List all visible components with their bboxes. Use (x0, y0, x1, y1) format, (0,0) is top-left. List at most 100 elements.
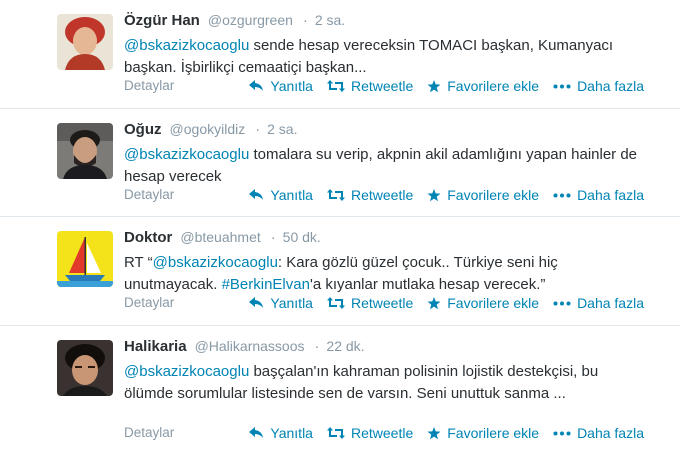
tweet-text-segment: 'a kıyanlar mutlaka hesap verecek.” (309, 276, 546, 293)
tweet-timestamp[interactable]: 2 sa. (267, 121, 297, 137)
avatar[interactable] (57, 231, 113, 287)
more-dots-icon (553, 193, 571, 197)
header-separator: · (314, 339, 320, 355)
favorite-button[interactable]: Favorilere ekle (427, 425, 539, 441)
retweet-button[interactable]: Retweetle (326, 295, 414, 311)
favorite-label: Favorilere ekle (447, 425, 540, 441)
author-username[interactable]: @Halikarnassoos (195, 338, 305, 354)
author-username[interactable]: @ogokyildiz (170, 121, 246, 137)
star-icon (427, 426, 441, 439)
tweet-actions: Yanıtla Retweetle Favorilere ekle Daha f… (235, 187, 644, 203)
tweet-header: Doktor @bteuahmet · 50 dk. (124, 229, 321, 246)
details-link[interactable]: Detaylar (124, 78, 174, 93)
tweet-actions: Yanıtla Retweetle Favorilere ekle Daha f… (235, 295, 644, 311)
avatar[interactable] (57, 340, 113, 396)
more-button[interactable]: Daha fazla (553, 187, 644, 203)
tweet-text: RT “@bskazizkocaoglu: Kara gözlü güzel ç… (124, 252, 644, 296)
tweet: Halikaria @Halikarnassoos · 22 dk. @bska… (0, 326, 680, 454)
reply-label: Yanıtla (270, 78, 313, 94)
reply-icon (249, 80, 264, 91)
more-label: Daha fazla (577, 187, 644, 203)
reply-label: Yanıtla (270, 295, 313, 311)
author-name[interactable]: Doktor (124, 229, 172, 246)
favorite-button[interactable]: Favorilere ekle (427, 187, 539, 203)
more-button[interactable]: Daha fazla (553, 425, 644, 441)
favorite-button[interactable]: Favorilere ekle (427, 295, 539, 311)
favorite-label: Favorilere ekle (447, 295, 540, 311)
tweet-header: Halikaria @Halikarnassoos · 22 dk. (124, 338, 365, 355)
author-username[interactable]: @ozgurgreen (208, 12, 293, 28)
author-name[interactable]: Halikaria (124, 338, 187, 355)
retweet-button[interactable]: Retweetle (326, 78, 414, 94)
more-label: Daha fazla (577, 78, 644, 94)
retweet-icon (326, 297, 345, 309)
reply-label: Yanıtla (270, 425, 313, 441)
tweet-header: Oğuz @ogokyildiz · 2 sa. (124, 121, 297, 138)
tweet-text-segment: RT “ (124, 254, 153, 271)
details-link[interactable]: Detaylar (124, 425, 174, 440)
tweet: Oğuz @ogokyildiz · 2 sa. @bskazizkocaogl… (0, 109, 680, 217)
retweet-icon (326, 427, 345, 439)
reply-label: Yanıtla (270, 187, 313, 203)
star-icon (427, 79, 441, 92)
more-dots-icon (553, 84, 571, 88)
retweet-label: Retweetle (350, 78, 414, 94)
tweet-text: @bskazizkocaoglu başçalan'ın kahraman po… (124, 361, 644, 405)
more-dots-icon (553, 431, 571, 435)
reply-button[interactable]: Yanıtla (249, 78, 313, 94)
tweet-footer: Detaylar Yanıtla Retweetle Favorilere ek… (124, 425, 644, 445)
tweet-header: Özgür Han @ozgurgreen · 2 sa. (124, 12, 345, 29)
more-label: Daha fazla (577, 425, 644, 441)
details-link[interactable]: Detaylar (124, 187, 174, 202)
header-separator: · (302, 13, 308, 29)
tweet-timestamp[interactable]: 22 dk. (326, 338, 364, 354)
reply-icon (249, 189, 264, 200)
retweet-icon (326, 189, 345, 201)
more-label: Daha fazla (577, 295, 644, 311)
more-button[interactable]: Daha fazla (553, 295, 644, 311)
more-button[interactable]: Daha fazla (553, 78, 644, 94)
header-separator: · (255, 122, 261, 138)
tweet: Doktor @bteuahmet · 50 dk. RT “@bskazizk… (0, 217, 680, 326)
favorite-label: Favorilere ekle (447, 187, 540, 203)
author-name[interactable]: Özgür Han (124, 12, 200, 29)
reply-button[interactable]: Yanıtla (249, 425, 313, 441)
star-icon (427, 296, 441, 309)
mention-link[interactable]: @bskazizkocaoglu (124, 363, 249, 380)
mention-link[interactable]: @bskazizkocaoglu (124, 146, 249, 163)
retweet-icon (326, 80, 345, 92)
reply-icon (249, 297, 264, 308)
avatar[interactable] (57, 123, 113, 179)
retweet-label: Retweetle (350, 425, 414, 441)
star-icon (427, 188, 441, 201)
retweet-label: Retweetle (350, 187, 414, 203)
reply-button[interactable]: Yanıtla (249, 295, 313, 311)
avatar[interactable] (57, 14, 113, 70)
hashtag-link[interactable]: #BerkinElvan (222, 276, 310, 293)
tweet-list: Özgür Han @ozgurgreen · 2 sa. @bskazizko… (0, 0, 680, 454)
header-separator: · (270, 230, 276, 246)
retweet-button[interactable]: Retweetle (326, 425, 414, 441)
details-link[interactable]: Detaylar (124, 295, 174, 310)
tweet-actions: Yanıtla Retweetle Favorilere ekle Daha f… (235, 425, 644, 441)
author-username[interactable]: @bteuahmet (180, 229, 260, 245)
favorite-button[interactable]: Favorilere ekle (427, 78, 539, 94)
retweet-button[interactable]: Retweetle (326, 187, 414, 203)
author-name[interactable]: Oğuz (124, 121, 162, 138)
reply-button[interactable]: Yanıtla (249, 187, 313, 203)
more-dots-icon (553, 301, 571, 305)
tweet-footer: Detaylar Yanıtla Retweetle Favorilere ek… (124, 78, 644, 98)
tweet-footer: Detaylar Yanıtla Retweetle Favorilere ek… (124, 295, 644, 315)
tweet-text: @bskazizkocaoglu sende hesap vereceksin … (124, 35, 644, 79)
tweet-timestamp[interactable]: 50 dk. (283, 229, 321, 245)
tweet: Özgür Han @ozgurgreen · 2 sa. @bskazizko… (0, 0, 680, 109)
tweet-text: @bskazizkocaoglu tomalara su verip, akpn… (124, 144, 644, 188)
retweet-label: Retweetle (350, 295, 414, 311)
mention-link[interactable]: @bskazizkocaoglu (124, 37, 249, 54)
tweet-footer: Detaylar Yanıtla Retweetle Favorilere ek… (124, 187, 644, 207)
reply-icon (249, 427, 264, 438)
tweet-timestamp[interactable]: 2 sa. (315, 12, 345, 28)
mention-link[interactable]: @bskazizkocaoglu (153, 254, 278, 271)
tweet-actions: Yanıtla Retweetle Favorilere ekle Daha f… (235, 78, 644, 94)
favorite-label: Favorilere ekle (447, 78, 540, 94)
